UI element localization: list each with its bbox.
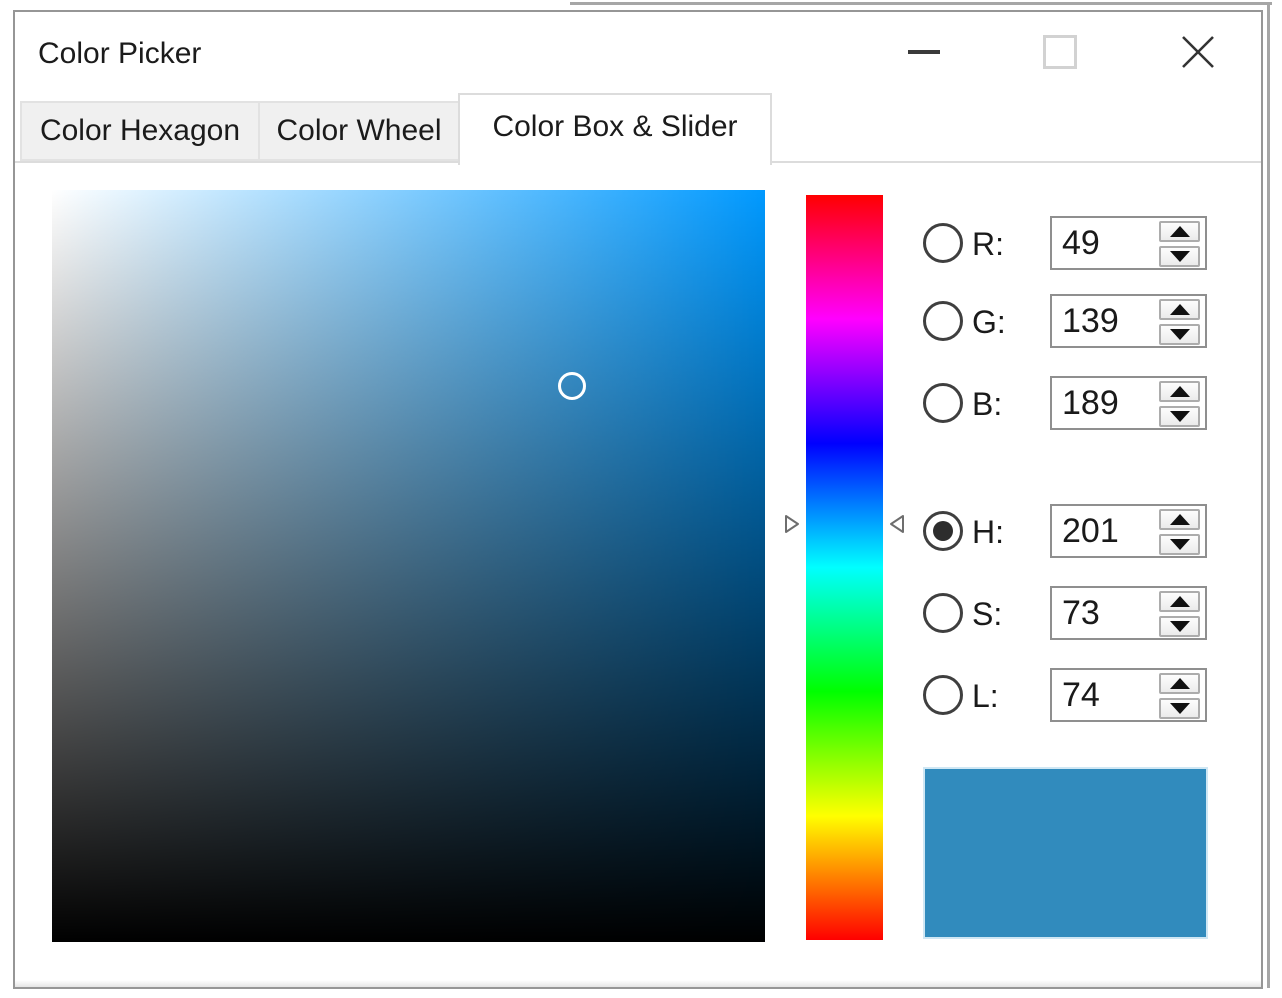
spinner-down-button-l[interactable]	[1159, 698, 1200, 719]
channel-label-b: B:	[972, 376, 1002, 430]
spinner-up-button-l[interactable]	[1159, 673, 1200, 694]
tab-color-wheel[interactable]: Color Wheel	[258, 101, 460, 161]
channel-label-l: L:	[972, 668, 999, 722]
spinner-b	[1050, 376, 1207, 430]
spinner-r	[1050, 216, 1207, 270]
minimize-icon	[908, 50, 940, 54]
channel-row-g: G:	[923, 294, 1207, 348]
channel-label-h: H:	[972, 504, 1004, 558]
spinner-down-button-h[interactable]	[1159, 534, 1200, 555]
maximize-icon	[1043, 35, 1077, 69]
spinner-up-button-h[interactable]	[1159, 509, 1200, 530]
spinner-h	[1050, 504, 1207, 558]
arrow-up-icon	[1170, 678, 1190, 689]
radio-l[interactable]	[923, 675, 963, 715]
channel-row-l: L:	[923, 668, 1207, 722]
color-box[interactable]	[52, 190, 765, 942]
arrow-down-icon	[1170, 621, 1190, 632]
value-input-h[interactable]	[1052, 506, 1166, 556]
arrow-up-icon	[1170, 514, 1190, 525]
background-window-edge-top	[570, 2, 1272, 5]
arrow-down-icon	[1170, 703, 1190, 714]
spinner-down-button-s[interactable]	[1159, 616, 1200, 637]
tab-color-hexagon[interactable]: Color Hexagon	[20, 101, 260, 161]
channel-row-s: S:	[923, 586, 1207, 640]
radio-b[interactable]	[923, 383, 963, 423]
channel-row-h: H:	[923, 504, 1207, 558]
hue-marker-right[interactable]	[889, 514, 905, 534]
arrow-up-icon	[1170, 596, 1190, 607]
spinner-down-button-b[interactable]	[1159, 406, 1200, 427]
channel-label-g: G:	[972, 294, 1006, 348]
window-bottom-edge	[15, 980, 1261, 987]
radio-r[interactable]	[923, 223, 963, 263]
tab-color-box-slider[interactable]: Color Box & Slider	[458, 93, 772, 165]
spinner-up-button-r[interactable]	[1159, 221, 1200, 242]
window-title: Color Picker	[38, 12, 201, 94]
channel-label-s: S:	[972, 586, 1002, 640]
spinner-down-button-g[interactable]	[1159, 324, 1200, 345]
spinner-g	[1050, 294, 1207, 348]
spinner-up-button-b[interactable]	[1159, 381, 1200, 402]
spinner-up-button-s[interactable]	[1159, 591, 1200, 612]
channel-row-r: R:	[923, 216, 1207, 270]
spinner-s	[1050, 586, 1207, 640]
arrow-up-icon	[1170, 386, 1190, 397]
screen: Color Picker Color Hexagon Color Wheel C…	[0, 0, 1282, 998]
color-selector[interactable]	[558, 372, 586, 400]
channel-label-r: R:	[972, 216, 1004, 270]
arrow-down-icon	[1170, 329, 1190, 340]
value-input-b[interactable]	[1052, 378, 1166, 428]
background-window-edge-right	[1267, 2, 1270, 988]
spinner-up-button-g[interactable]	[1159, 299, 1200, 320]
minimize-button[interactable]	[892, 20, 956, 84]
value-input-s[interactable]	[1052, 588, 1166, 638]
arrow-up-icon	[1170, 226, 1190, 237]
value-input-l[interactable]	[1052, 670, 1166, 720]
arrow-up-icon	[1170, 304, 1190, 315]
arrow-down-icon	[1170, 411, 1190, 422]
hue-marker-left[interactable]	[784, 514, 800, 534]
radio-g[interactable]	[923, 301, 963, 341]
radio-s[interactable]	[923, 593, 963, 633]
color-picker-window: Color Picker Color Hexagon Color Wheel C…	[13, 10, 1263, 989]
value-input-r[interactable]	[1052, 218, 1166, 268]
spinner-down-button-r[interactable]	[1159, 246, 1200, 267]
spinner-l	[1050, 668, 1207, 722]
close-icon	[1180, 34, 1216, 70]
maximize-button[interactable]	[1028, 20, 1092, 84]
arrow-down-icon	[1170, 251, 1190, 262]
hue-slider[interactable]	[806, 195, 883, 940]
arrow-down-icon	[1170, 539, 1190, 550]
radio-h[interactable]	[923, 511, 963, 551]
channel-row-b: B:	[923, 376, 1207, 430]
preview-swatch	[923, 767, 1208, 939]
close-button[interactable]	[1166, 20, 1230, 84]
value-input-g[interactable]	[1052, 296, 1166, 346]
